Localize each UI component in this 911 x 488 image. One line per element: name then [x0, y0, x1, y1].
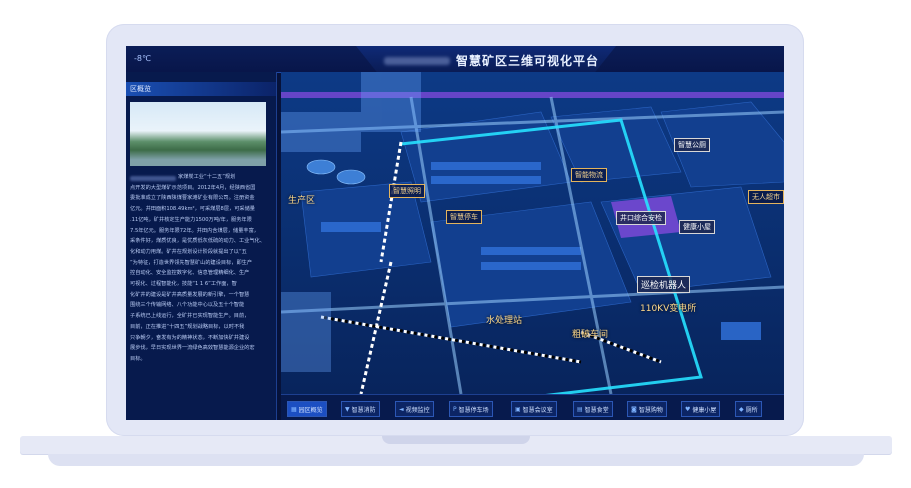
- nav-label: 园区概览: [298, 406, 323, 414]
- section-title: 区概览: [130, 85, 151, 93]
- description-line: 家煤炭工业“十二五”规划: [178, 174, 236, 180]
- laptop-notch: [382, 436, 530, 444]
- description-line: 控自动化、安全监控数字化、信息管理精细化、生产: [130, 270, 250, 277]
- map-label-smart-logistics[interactable]: 智能物流: [571, 168, 607, 182]
- description-line: 化和动力用煤。矿井在规划设计阶段就提出了以“五: [130, 248, 247, 255]
- nav-label: 智慧购物: [638, 406, 663, 414]
- description-line: 采条件好，煤质优良，是优质低灰低硫的动力、工业气化、: [130, 238, 265, 245]
- park-photo: [130, 102, 266, 166]
- nav-smart-fire-button[interactable]: ▼ 智慧消防: [341, 401, 380, 417]
- heart-icon: ♥: [685, 405, 691, 413]
- left-panel: 区概览 家煤炭工业“十二五”规划 点开发的大型煤矿示范项目。2012年4月，经陕…: [126, 72, 277, 420]
- cart-icon: ◙: [631, 405, 637, 413]
- temperature-readout: -8℃: [134, 54, 151, 63]
- nav-label: 智慧食堂: [584, 406, 609, 414]
- laptop-base-foot: [48, 454, 864, 466]
- map-label-patrol-robot[interactable]: 巡检机器人: [637, 276, 691, 293]
- description-line: 点开发的大型煤矿示范项目。2012年4月，经陕西省国: [130, 184, 256, 191]
- map-label-substation[interactable]: 110KV变电所: [637, 300, 699, 315]
- nav-video-monitor-button[interactable]: ◄ 视频监控: [395, 401, 434, 417]
- map-label-production-area[interactable]: 生产区: [285, 192, 318, 207]
- description-line: 展步伐，早日实现世界一流绿色高效智慧能源企业的宏: [130, 345, 255, 352]
- app-screen: -8℃ 智慧矿区三维可视化平台 区概览 家煤炭工业“十二五”规划 点开发的大型煤…: [126, 46, 784, 420]
- restroom-icon: ◆: [739, 405, 744, 413]
- nav-smart-meeting-button[interactable]: ▣ 智慧会议室: [511, 401, 557, 417]
- top-bar: -8℃ 智慧矿区三维可视化平台: [126, 46, 784, 73]
- nav-label: 厕所: [745, 406, 758, 414]
- description-line: .11亿吨，矿井核定生产能力1500万吨/年，服务年限: [130, 216, 252, 223]
- camera-icon: ◄: [399, 405, 404, 413]
- nav-health-cabin-button[interactable]: ♥ 健康小屋: [681, 401, 721, 417]
- bottom-nav: ▦ 园区概览 ▼ 智慧消防 ◄ 视频监控 P 智慧停车场 ▣ 智慧会议室 ▤ 智慧食堂 ◙ 智…: [281, 394, 784, 420]
- description-line: 目标。: [130, 355, 146, 362]
- nav-smart-canteen-button[interactable]: ▤ 智慧食堂: [573, 401, 613, 417]
- description-line: ”为特征，打造世界领先智慧矿山的建设目标，即生产: [130, 259, 253, 266]
- grid-icon: ▦: [291, 405, 297, 413]
- nav-park-overview-button[interactable]: ▦ 园区概览: [287, 401, 327, 417]
- description-line: 7.5年亿元。服务年限72年。井田内含煤层，储量丰富，: [130, 227, 259, 234]
- nav-label: 智慧停车场: [458, 406, 489, 414]
- map-label-crushing-workshop[interactable]: 粗破车间: [569, 326, 611, 341]
- blurred-title-prefix: [384, 57, 450, 65]
- map-label-water-station[interactable]: 水处理站: [483, 312, 525, 327]
- fire-icon: ▼: [345, 405, 350, 413]
- nav-label: 健康小屋: [692, 406, 717, 414]
- nav-smart-shopping-button[interactable]: ◙ 智慧购物: [627, 401, 667, 417]
- section-header: 区概览: [126, 82, 276, 96]
- 3d-map-view[interactable]: 生产区 智慧照明 智慧停车 智能物流 智慧公厕 无人超市 井口综合安检 健康小屋…: [281, 72, 784, 394]
- map-label-health-cabin[interactable]: 健康小屋: [679, 220, 715, 234]
- description-line: 亿元。井田面积108.49km²，可采煤层8层，可采储量: [130, 206, 255, 213]
- nav-label: 视频监控: [405, 406, 430, 414]
- nav-label: 智慧消防: [351, 406, 376, 414]
- meeting-icon: ▣: [515, 405, 521, 413]
- description-line: 子系统已上线运行，全矿井已实现智能生产。目前，: [130, 313, 250, 320]
- map-label-smart-lighting[interactable]: 智慧照明: [389, 184, 425, 198]
- description-line: 只争朝夕，奋发有为的精神状态，不断加快矿井建设: [130, 334, 250, 341]
- description-line: 围绕三个传输网络、八个功能中心以及五十个智能: [130, 302, 245, 309]
- nav-smart-parking-button[interactable]: P 智慧停车场: [449, 401, 493, 417]
- nav-restroom-button[interactable]: ◆ 厕所: [735, 401, 762, 417]
- parking-icon: P: [453, 405, 457, 413]
- map-label-wellhead-security[interactable]: 井口综合安检: [616, 211, 666, 225]
- description-line: 化矿井的建设是矿井高质量发展的新引擎，一个智慧: [130, 291, 250, 298]
- map-label-smart-restroom[interactable]: 智慧公厕: [674, 138, 710, 152]
- description-text: 家煤炭工业“十二五”规划 点开发的大型煤矿示范项目。2012年4月，经陕西省国 …: [130, 172, 270, 365]
- description-line: 委批准成立了陕西陕煤曹家滩矿业有限公司。注册资金: [130, 195, 255, 202]
- map-label-unmanned-supermarket[interactable]: 无人超市: [748, 190, 784, 204]
- map-label-smart-parking[interactable]: 智慧停车: [446, 210, 482, 224]
- description-line: 目前，正在推进“十四五”规划战略目标，以时不我: [130, 323, 245, 330]
- canteen-icon: ▤: [577, 405, 583, 413]
- nav-label: 智慧会议室: [522, 406, 553, 414]
- description-line: 可视化、过程智能化，技能“1 1 6”工作面，智: [130, 281, 237, 288]
- page-title: 智慧矿区三维可视化平台: [456, 54, 600, 68]
